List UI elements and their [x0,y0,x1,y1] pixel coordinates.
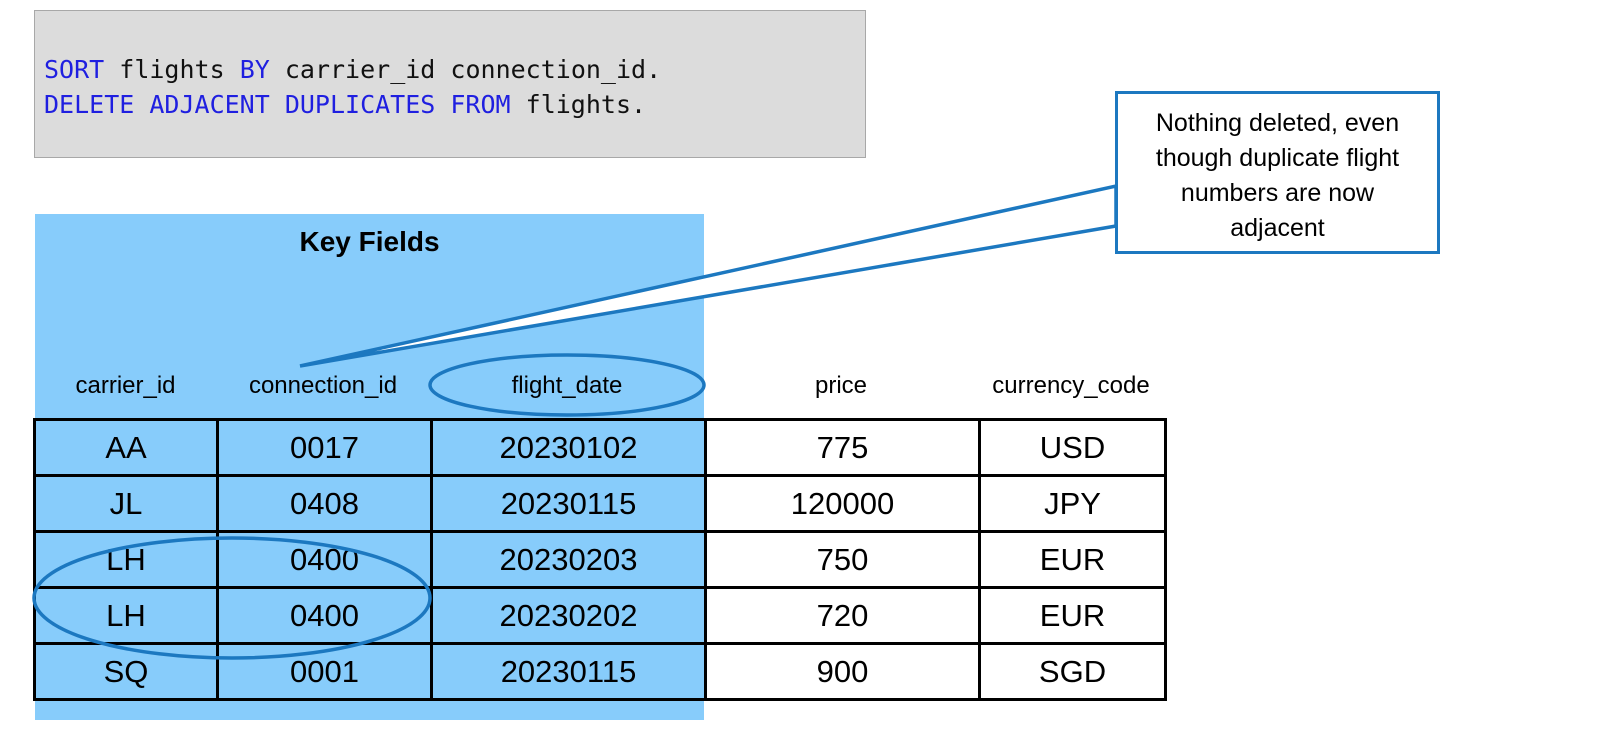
duplicate-rows-highlight-ellipse [32,536,432,660]
flight-date-highlight-ellipse [428,353,706,417]
callout-box: Nothing deleted, even though duplicate f… [1115,91,1440,254]
callout-pointer [299,183,1118,368]
